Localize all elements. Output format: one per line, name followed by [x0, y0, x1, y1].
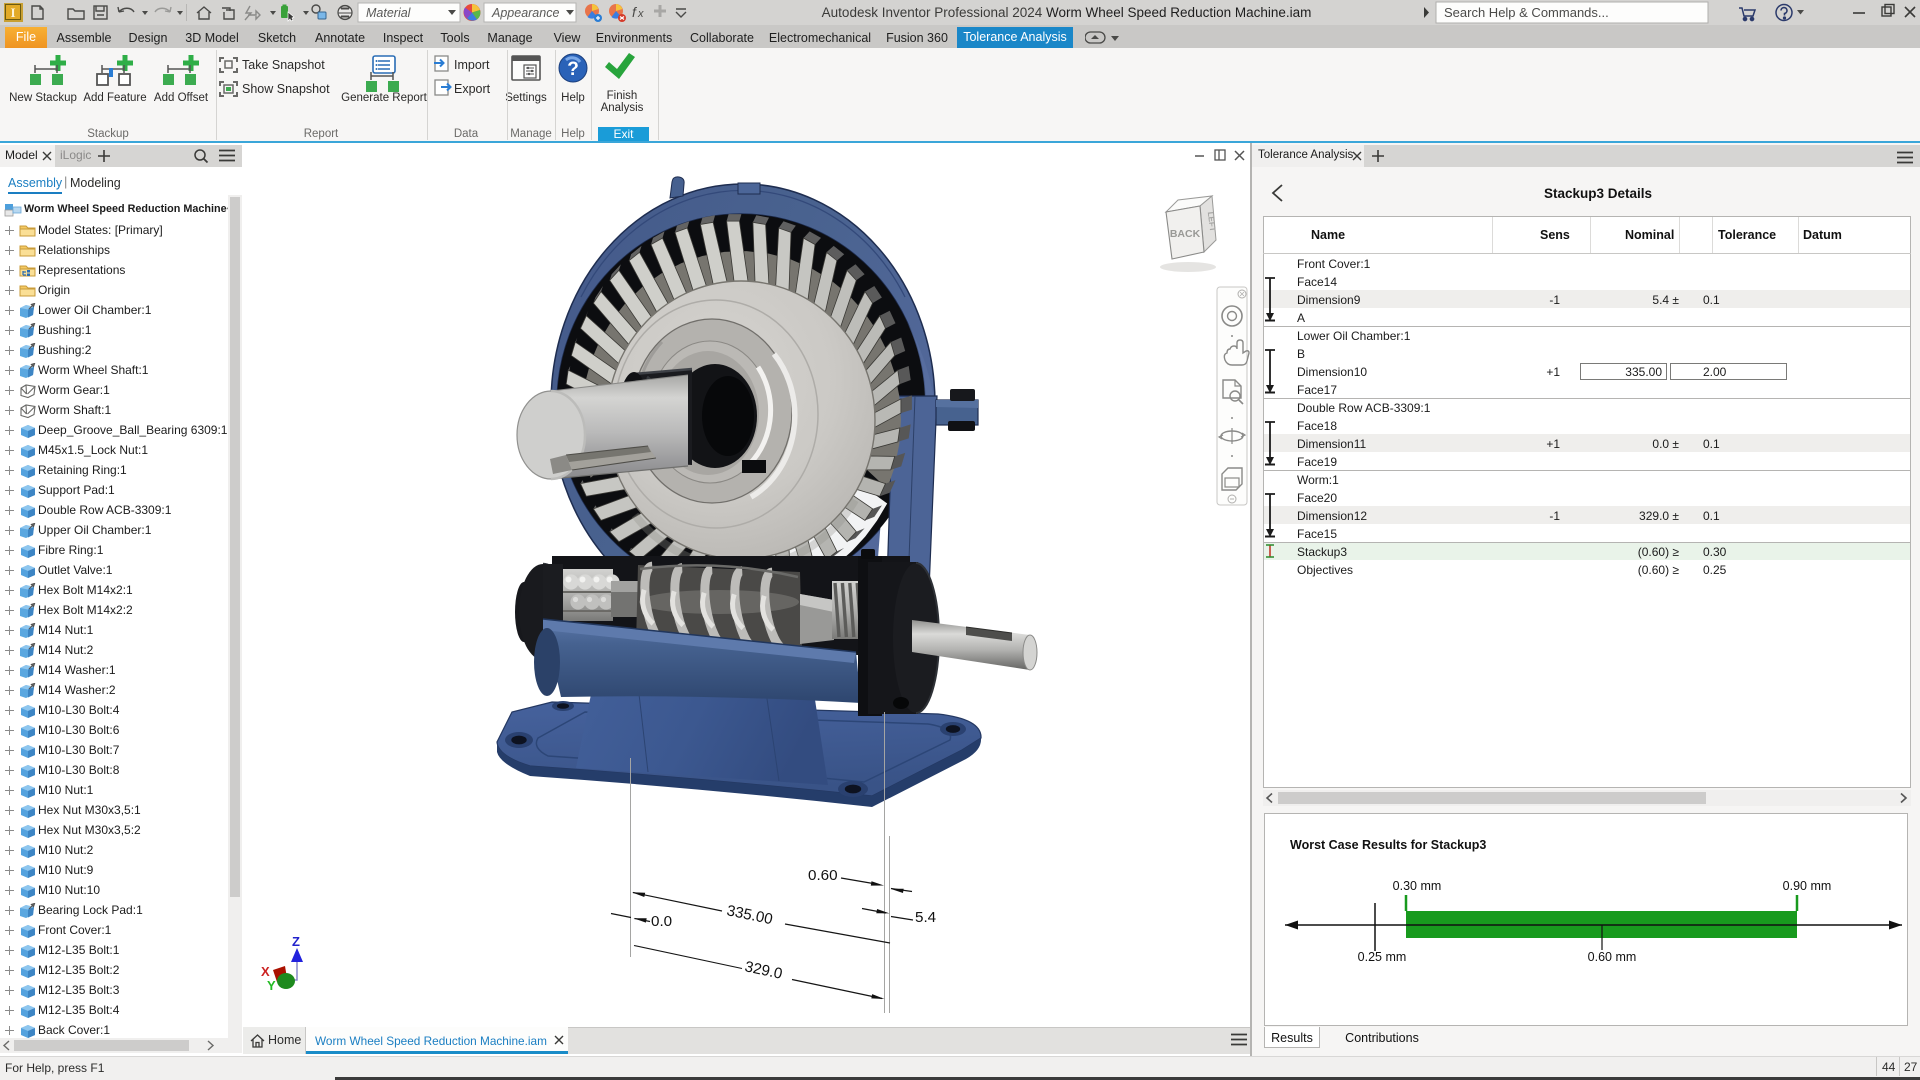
svg-text:Search Help & Commands...: Search Help & Commands... [1444, 5, 1609, 20]
svg-text:x: x [637, 8, 644, 20]
svg-text:BACK: BACK [1170, 228, 1201, 240]
svg-text:Worm Wheel Speed Reduction Mac: Worm Wheel Speed Reduction Machine.iam [1046, 5, 1311, 20]
svg-text:Material: Material [366, 6, 412, 20]
svg-text:335.00: 335.00 [725, 902, 774, 928]
svg-text:Autodesk Inventor Professional: Autodesk Inventor Professional 2024 [822, 5, 1043, 20]
svg-text:0.60: 0.60 [808, 867, 838, 884]
svg-text:0.0: 0.0 [651, 913, 672, 930]
svg-text:Appearance: Appearance [491, 6, 559, 20]
svg-text:?: ? [567, 59, 579, 80]
svg-text:Y: Y [267, 978, 276, 993]
svg-text:329.0: 329.0 [743, 958, 784, 983]
svg-text:5.4: 5.4 [915, 909, 936, 926]
svg-text:I: I [10, 5, 15, 20]
svg-text:Z: Z [292, 934, 300, 949]
svg-text:X: X [261, 964, 270, 979]
